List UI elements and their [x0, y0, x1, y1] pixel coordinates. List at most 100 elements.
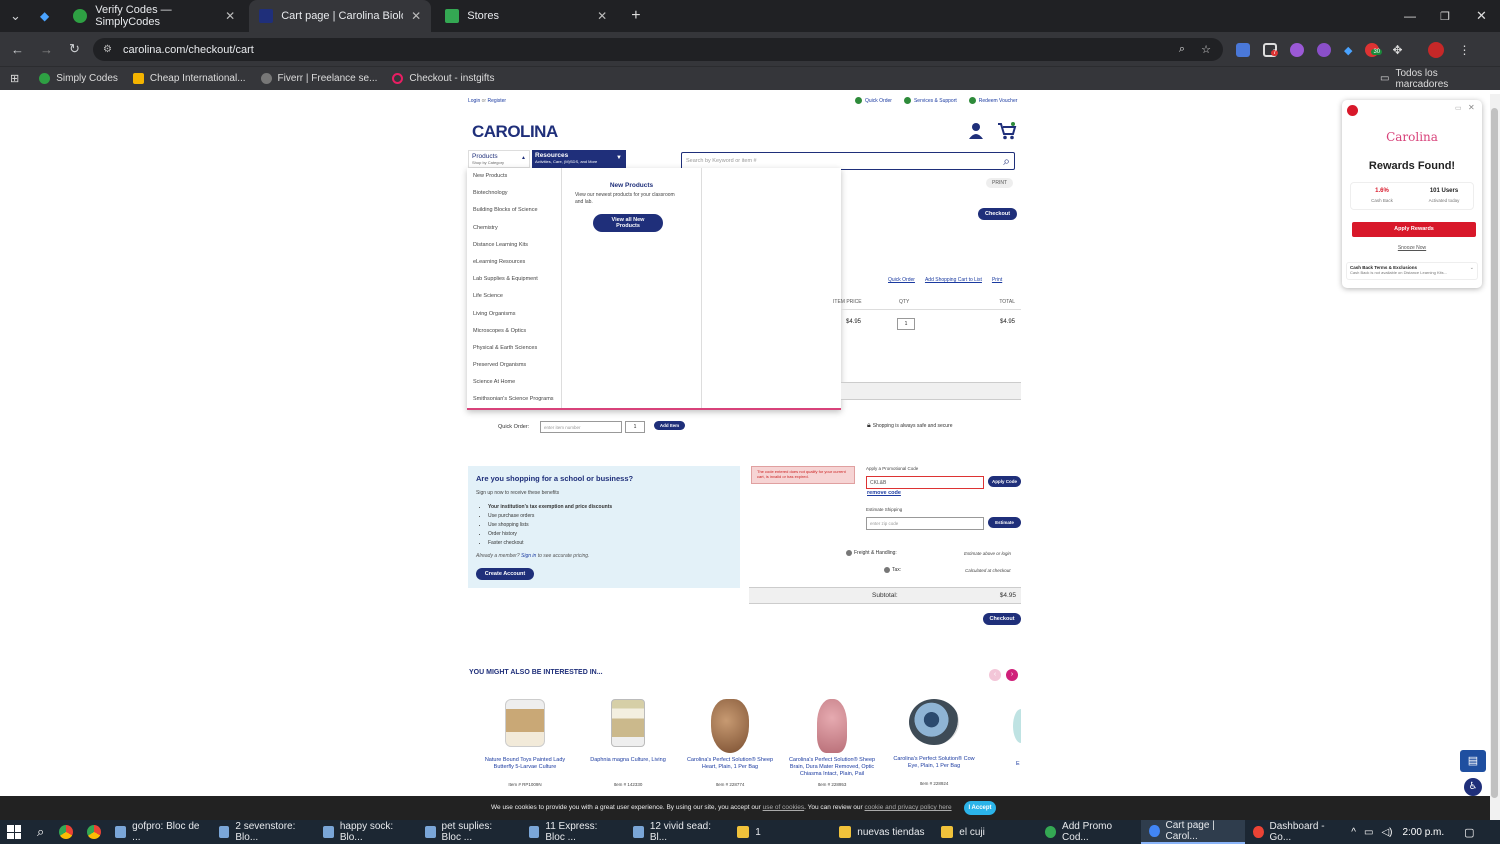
category-link[interactable]: Physical & Earth Sciences	[473, 340, 561, 357]
tab-stores[interactable]: Stores ✕	[435, 0, 617, 32]
taskbar-item[interactable]: 11 Express: Bloc ...	[521, 820, 625, 844]
info-icon[interactable]	[884, 567, 890, 573]
minimize-popup-icon[interactable]: ▭	[1455, 104, 1462, 112]
extension-icon[interactable]: 7	[1263, 43, 1279, 57]
cart-icon[interactable]	[997, 122, 1017, 140]
bookmark-fiverr[interactable]: Fiverr | Freelance se...	[260, 73, 377, 84]
sign-in-link[interactable]: Sign in	[521, 553, 536, 559]
cashback-terms[interactable]: Cash Back Terms & Exclusions Cash Back i…	[1346, 262, 1478, 280]
chrome-icon[interactable]	[59, 825, 74, 839]
apps-grid-icon[interactable]: ⊞	[10, 72, 19, 85]
network-icon[interactable]: ▭	[1364, 827, 1373, 838]
volume-icon[interactable]: ◁)	[1381, 827, 1392, 838]
tab-simplycodes[interactable]: Verify Codes — SimplyCodes ✕	[63, 0, 245, 32]
create-account-button[interactable]: Create Account	[476, 568, 534, 580]
search-icon[interactable]: ⌕	[1003, 154, 1010, 169]
carolina-logo[interactable]: CAROLINA	[472, 122, 558, 142]
address-bar[interactable]: ⚙ carolina.com/checkout/cart ⌕ ☆	[93, 38, 1223, 61]
close-tab-icon[interactable]: ✕	[225, 9, 235, 23]
carousel-next-icon[interactable]: ›	[1006, 669, 1018, 681]
category-link[interactable]: Smithsonian's Science Programs	[473, 391, 561, 408]
taskbar-item[interactable]: 12 vivid sead: Bl...	[625, 820, 729, 844]
minimize-icon[interactable]: —	[1404, 9, 1416, 23]
redeem-voucher-link[interactable]: Redeem Voucher	[968, 97, 1017, 104]
scrollbar-thumb[interactable]	[1491, 108, 1498, 798]
site-info-icon[interactable]: ⚙	[103, 44, 112, 55]
forward-icon[interactable]: →	[40, 42, 53, 57]
remove-code-link[interactable]: remove code	[867, 490, 901, 496]
view-all-new-products-button[interactable]: View all New Products	[593, 214, 663, 232]
taskbar-item[interactable]: gofpro: Bloc de ...	[107, 820, 211, 844]
taskbar-item[interactable]: pet suplies: Bloc ...	[417, 820, 521, 844]
bookmark-cheap-international[interactable]: Cheap International...	[132, 73, 246, 84]
category-link[interactable]: New Products	[473, 168, 561, 185]
close-window-icon[interactable]: ✕	[1476, 8, 1487, 24]
quick-order-qty-input[interactable]: 1	[625, 421, 645, 433]
tray-chevron-icon[interactable]: ^	[1351, 827, 1356, 838]
clock[interactable]: 2:00 p.m.	[1402, 827, 1444, 838]
tab-carolina-cart[interactable]: Cart page | Carolina Biological S ✕	[249, 0, 432, 32]
bookmark-simply-codes[interactable]: Simply Codes	[39, 73, 118, 84]
notifications-icon[interactable]: ▢	[1464, 826, 1474, 839]
login-link[interactable]: Login	[468, 98, 480, 104]
estimate-button[interactable]: Estimate	[988, 517, 1021, 528]
add-cart-to-list-link[interactable]: Add Shopping Cart to List	[925, 277, 982, 283]
product-card-partial[interactable]: E	[1013, 709, 1021, 767]
taskbar-item[interactable]: Add Promo Cod...	[1037, 820, 1141, 844]
taskbar-item-active[interactable]: Cart page | Carol...	[1141, 820, 1246, 844]
taskbar-item[interactable]: Dashboard - Go...	[1245, 820, 1345, 844]
taskbar-item[interactable]: 1	[729, 820, 831, 844]
translate-extension-icon[interactable]	[1236, 43, 1250, 57]
snooze-link[interactable]: Snooze Now	[1342, 245, 1482, 251]
extension-globe-icon[interactable]	[1317, 43, 1331, 57]
promo-code-input[interactable]: CKL&B	[866, 476, 984, 489]
category-link[interactable]: Living Organisms	[473, 306, 561, 323]
checkout-button-top[interactable]: Checkout	[978, 208, 1017, 220]
checkout-button-bottom[interactable]: Checkout	[983, 613, 1021, 625]
extension-purple-icon[interactable]	[1290, 43, 1304, 57]
pinned-tab-icon[interactable]: ◆	[40, 9, 49, 23]
close-tab-icon[interactable]: ✕	[597, 9, 607, 23]
category-link[interactable]: Chemistry	[473, 220, 561, 237]
accept-cookies-button[interactable]: I Accept	[964, 801, 996, 815]
taskbar-item[interactable]: el cuji	[933, 820, 1037, 844]
product-card[interactable]: Carolina's Perfect Solution® Sheep Heart…	[685, 699, 775, 787]
restore-icon[interactable]: ❐	[1440, 10, 1450, 23]
extensions-puzzle-icon[interactable]: ✥	[1392, 43, 1402, 57]
zip-code-input[interactable]: enter zip code	[866, 517, 984, 530]
products-nav[interactable]: Products Shop by Category ▲	[468, 150, 530, 168]
register-link[interactable]: Register	[487, 98, 506, 104]
browser-menu-icon[interactable]: ⋮	[1459, 43, 1471, 57]
all-bookmarks[interactable]: ▭ Todos los marcadores	[1380, 68, 1485, 90]
category-link[interactable]: Life Science	[473, 288, 561, 305]
product-card[interactable]: Nature Bound Toys Painted Lady Butterfly…	[480, 699, 570, 787]
services-support-link[interactable]: Services & Support	[903, 97, 957, 104]
resources-nav[interactable]: Resources Activities, Care, (M)SDS, and …	[532, 150, 626, 168]
item-number-input[interactable]: enter item number	[540, 421, 622, 433]
category-link[interactable]: Microscopes & Optics	[473, 323, 561, 340]
quick-order-link[interactable]: Quick Order	[855, 97, 892, 104]
carousel-prev-icon[interactable]: ‹	[989, 669, 1001, 681]
accessibility-icon[interactable]: ♿︎	[1464, 778, 1482, 796]
chrome-icon[interactable]	[87, 825, 102, 839]
quantity-input[interactable]: 1	[897, 318, 915, 330]
taskbar-item[interactable]: nuevas tiendas	[831, 820, 933, 844]
product-card[interactable]: Carolina's Perfect Solution® Cow Eye, Pl…	[889, 699, 979, 786]
reload-icon[interactable]: ↻	[69, 41, 80, 57]
print-button[interactable]: PRINT	[986, 178, 1013, 188]
print-link[interactable]: Print	[992, 277, 1002, 283]
category-link[interactable]: Biotechnology	[473, 185, 561, 202]
category-link[interactable]: Science At Home	[473, 374, 561, 391]
add-item-button[interactable]: Add Item	[654, 421, 685, 430]
use-of-cookies-link[interactable]: use of cookies	[763, 804, 805, 811]
taskbar-item[interactable]: 2 sevenstore: Blo...	[211, 820, 315, 844]
tab-search-icon[interactable]: ⌄	[10, 8, 24, 24]
category-link[interactable]: eLearning Resources	[473, 254, 561, 271]
bookmark-checkout-instgifts[interactable]: Checkout - instgifts	[392, 73, 494, 84]
close-popup-icon[interactable]: ✕	[1468, 103, 1475, 112]
apply-rewards-button[interactable]: Apply Rewards	[1352, 222, 1476, 237]
bookmark-star-icon[interactable]: ☆	[1201, 43, 1211, 56]
product-card[interactable]: Daphnia magna Culture, Living Item # 142…	[583, 699, 673, 787]
apply-code-button[interactable]: Apply Code	[988, 476, 1021, 487]
new-tab-icon[interactable]: +	[631, 7, 640, 25]
